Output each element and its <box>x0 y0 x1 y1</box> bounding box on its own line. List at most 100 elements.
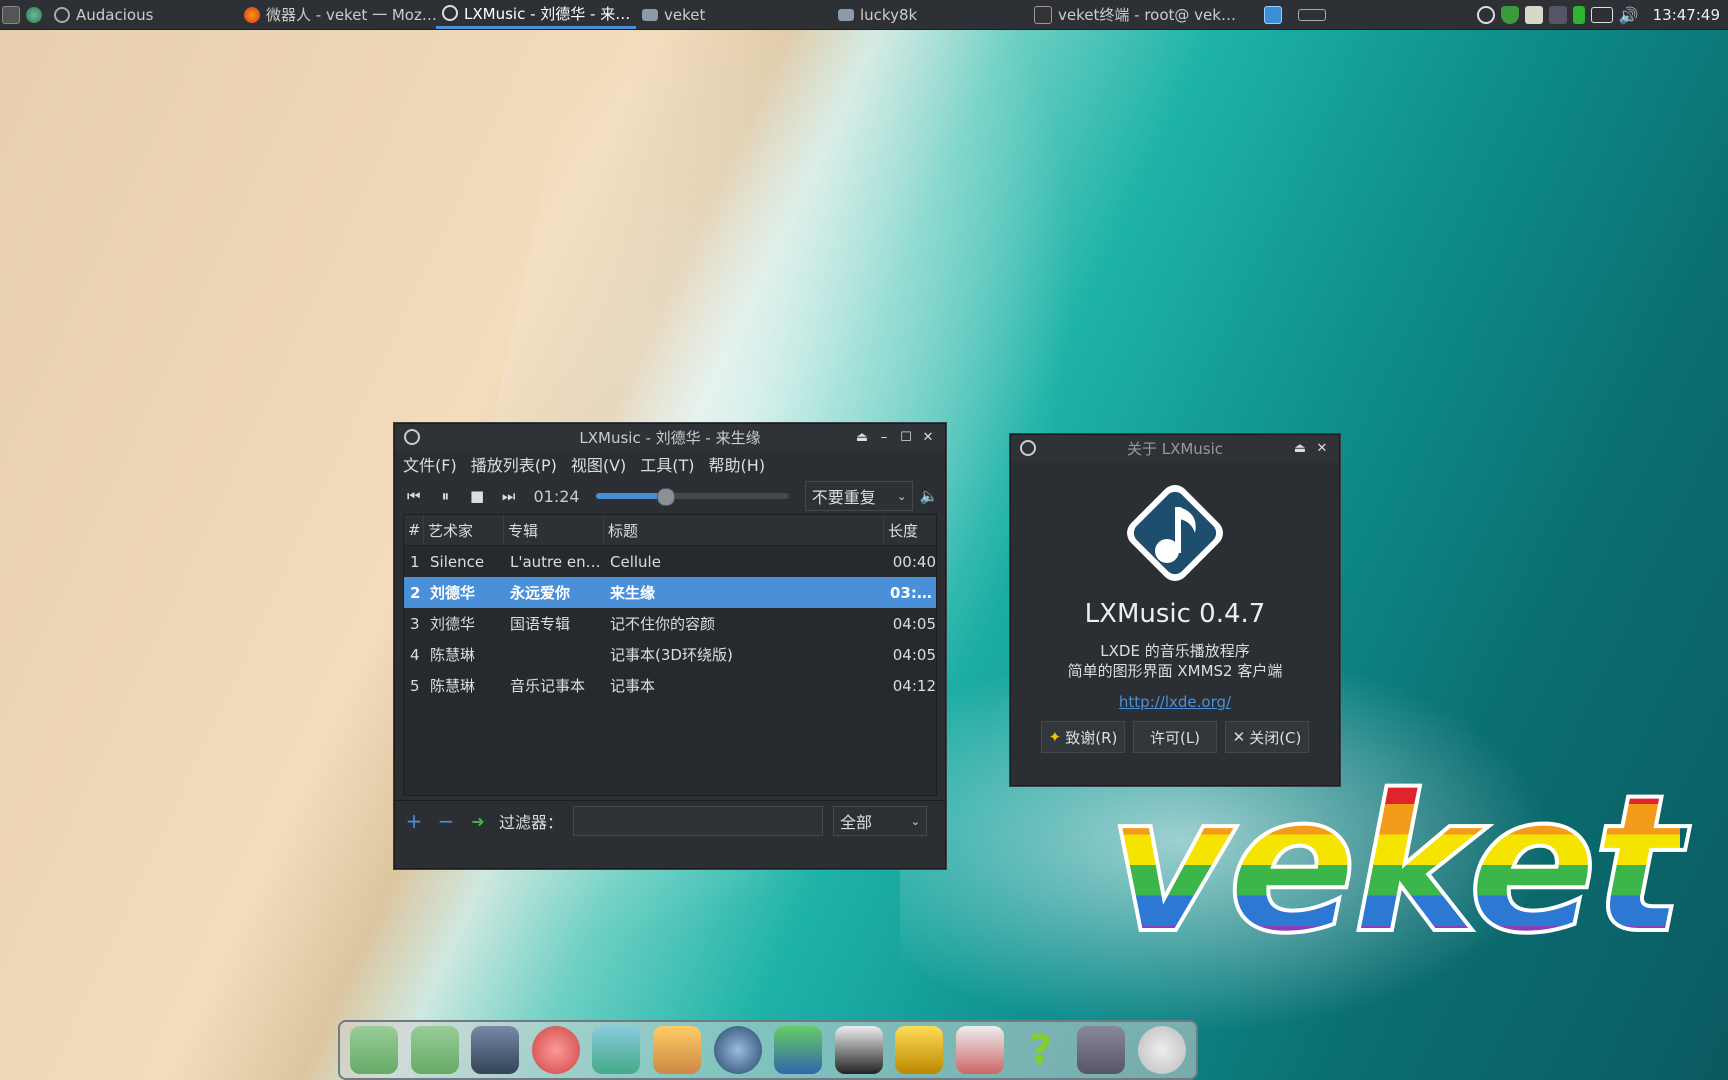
menu-file[interactable]: 文件(F) <box>403 452 457 476</box>
length-cell: 04:05 <box>892 645 936 664</box>
about-body: LXMusic 0.4.7 LXDE 的音乐播放程序 简单的图形界面 XMMS2… <box>1011 461 1339 753</box>
mascot-icon[interactable] <box>531 1026 580 1074</box>
menu-tools[interactable]: 工具(T) <box>640 452 694 476</box>
globe-icon <box>26 6 42 23</box>
website-link[interactable]: http://lxde.org/ <box>1119 693 1231 711</box>
shade-button[interactable]: ⏏ <box>851 426 873 448</box>
previous-icon[interactable]: ⏮ <box>401 483 427 509</box>
artist-cell: 刘德华 <box>430 584 476 602</box>
media-player-icon[interactable] <box>713 1026 762 1074</box>
shield-icon[interactable] <box>1500 5 1519 24</box>
seek-knob[interactable] <box>657 488 676 506</box>
clipboard-icon[interactable] <box>1524 5 1543 24</box>
filter-label: 过滤器： <box>499 813 564 832</box>
shade-button[interactable]: ⏏ <box>1289 437 1311 459</box>
folder-icon[interactable] <box>410 1026 459 1074</box>
settings-icon[interactable] <box>1137 1026 1186 1074</box>
task-terminal[interactable]: veket终端 - root@ vek… <box>1028 0 1258 29</box>
paint-icon[interactable] <box>653 1026 702 1074</box>
monitor-icon[interactable] <box>471 1026 520 1074</box>
artist-cell: 刘德华 <box>430 615 476 633</box>
album-cell: 永远爱你 <box>510 584 571 602</box>
length-cell: 00:40 <box>892 552 936 571</box>
album-cell: 国语专辑 <box>510 615 571 633</box>
home-folder-icon[interactable] <box>350 1026 398 1074</box>
license-button[interactable]: 许可(L) <box>1133 721 1217 753</box>
stop-icon[interactable]: ■ <box>464 483 490 509</box>
book-icon[interactable] <box>895 1026 944 1074</box>
window-titlebar[interactable]: LXMusic - 刘德华 - 来生缘 ⏏ – ☐ ✕ <box>395 424 945 450</box>
remove-icon[interactable]: − <box>435 809 457 833</box>
track-number: 3 <box>410 614 420 633</box>
title-cell: 记不住你的容颜 <box>610 615 716 633</box>
credits-button[interactable]: ✦ 致谢(R) <box>1041 721 1125 753</box>
pause-icon[interactable]: ⏸ <box>433 483 459 509</box>
keyboard-icon[interactable] <box>1590 6 1613 23</box>
table-row[interactable]: 1 Silence L'autre en… Cellule 00:40 <box>404 546 936 577</box>
task-firefox[interactable]: 微器人 - veket 一 Moz… <box>238 0 436 29</box>
table-row[interactable]: 5 陈慧琳 音乐记事本 记事本 04:12 <box>404 670 936 701</box>
refresh-icon[interactable]: ➜ <box>467 810 489 832</box>
license-label: 许可(L) <box>1149 728 1201 747</box>
battery-icon[interactable] <box>1572 5 1585 24</box>
close-dialog-button[interactable]: ✕ 关闭(C) <box>1225 721 1309 753</box>
workspace-switcher[interactable] <box>1292 0 1332 29</box>
artist-cell: Silence <box>430 552 485 571</box>
minimize-button[interactable]: – <box>873 426 895 448</box>
chart-app-icon[interactable] <box>956 1026 1005 1074</box>
col-album[interactable]: 专辑 <box>504 515 604 545</box>
title-cell: 来生缘 <box>610 584 656 602</box>
seek-slider[interactable] <box>595 488 789 506</box>
maximize-button[interactable]: ☐ <box>895 426 917 448</box>
add-icon[interactable]: + <box>403 809 425 833</box>
col-title[interactable]: 标题 <box>604 515 884 545</box>
repeat-select[interactable]: 不要重复 ⌄ <box>804 481 914 511</box>
drive-icon[interactable] <box>1077 1026 1126 1074</box>
show-desktop-button[interactable] <box>1258 0 1292 29</box>
filter-input[interactable] <box>573 806 824 836</box>
terminal-launcher[interactable] <box>0 0 24 29</box>
editor-icon[interactable] <box>592 1026 641 1074</box>
table-row[interactable]: 2 刘德华 永远爱你 来生缘 03:52 <box>404 577 936 608</box>
close-button[interactable]: ✕ <box>1311 437 1333 459</box>
close-button[interactable]: ✕ <box>917 426 939 448</box>
next-icon[interactable]: ⏭ <box>496 483 522 509</box>
task-lucky8k-folder[interactable]: lucky8k <box>832 0 1028 29</box>
workspace-icon <box>1298 8 1326 21</box>
network-icon[interactable] <box>1548 5 1567 24</box>
filter-scope-select[interactable]: 全部 ⌄ <box>833 806 928 836</box>
album-cell: L'autre en… <box>510 552 601 571</box>
task-lxmusic[interactable]: LXMusic - 刘德华 - 来… <box>436 0 636 29</box>
col-number[interactable]: # <box>404 515 424 545</box>
help-icon[interactable]: ? <box>1017 1026 1065 1074</box>
dialog-titlebar[interactable]: 关于 LXMusic ⏏ ✕ <box>1011 435 1339 461</box>
menu-playlist[interactable]: 播放列表(P) <box>471 452 557 476</box>
chevron-down-icon: ⌄ <box>897 489 907 503</box>
volume-icon[interactable]: 🔊 <box>1619 6 1641 25</box>
lxmusic-window: LXMusic - 刘德华 - 来生缘 ⏏ – ☐ ✕ 文件(F) 播放列表(P… <box>394 423 946 869</box>
description-line: 简单的图形界面 XMMS2 客户端 <box>1067 662 1283 680</box>
task-audacious[interactable]: Audacious <box>48 0 238 29</box>
browser-launcher[interactable] <box>24 0 48 29</box>
task-veket-folder[interactable]: veket <box>636 0 832 29</box>
lxmusic-tray-icon[interactable] <box>1476 5 1495 24</box>
app-menu-icon[interactable] <box>1017 437 1039 459</box>
terminal-icon <box>1034 5 1052 24</box>
track-number: 4 <box>410 645 420 664</box>
table-row[interactable]: 4 陈慧琳 记事本(3D环绕版) 04:05 <box>404 639 936 670</box>
table-row[interactable]: 3 刘德华 国语专辑 记不住你的容颜 04:05 <box>404 608 936 639</box>
col-length[interactable]: 长度 <box>884 515 936 545</box>
app-menu-icon[interactable] <box>401 426 423 448</box>
menu-view[interactable]: 视图(V) <box>571 452 626 476</box>
playlist-table: # 艺术家 专辑 标题 长度 1 Silence L'autre en… Cellul… <box>403 514 937 796</box>
volume-icon[interactable]: 🔈 <box>919 483 939 509</box>
menu-help[interactable]: 帮助(H) <box>709 452 766 476</box>
penguin-icon[interactable] <box>834 1026 883 1074</box>
close-icon: ✕ <box>1232 728 1246 746</box>
track-number: 1 <box>410 552 420 571</box>
playback-controls: ⏮ ⏸ ■ ⏭ 01:24 不要重复 ⌄ 🔈 <box>395 478 945 514</box>
clock[interactable]: 13:47:49 <box>1653 6 1720 24</box>
title-cell: 记事本(3D环绕版) <box>610 646 733 664</box>
col-artist[interactable]: 艺术家 <box>424 515 504 545</box>
users-icon[interactable] <box>774 1026 823 1074</box>
